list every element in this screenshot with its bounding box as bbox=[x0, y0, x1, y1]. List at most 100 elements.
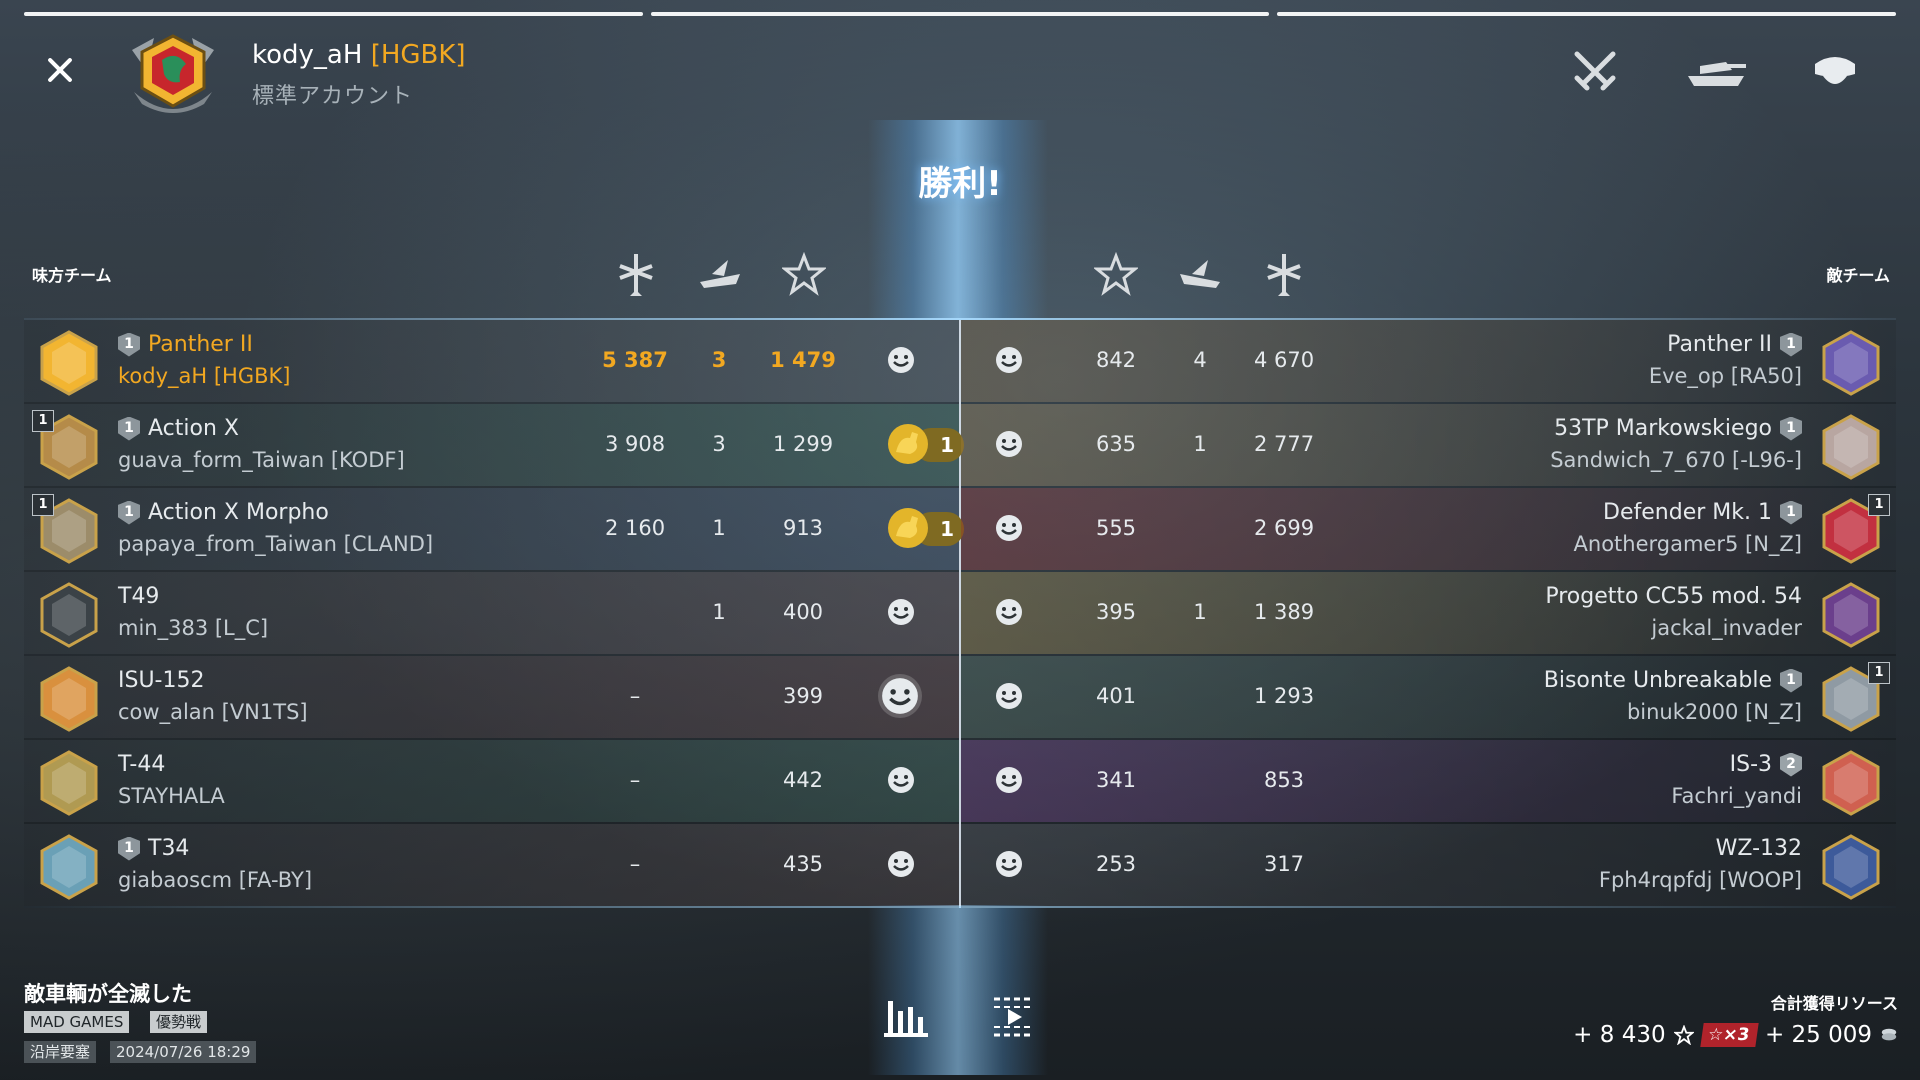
tank-icon[interactable] bbox=[1686, 48, 1746, 92]
crossed-swords-icon[interactable] bbox=[1565, 48, 1625, 92]
mastery-badge-icon: 1 bbox=[1780, 668, 1802, 693]
player-avatar-icon[interactable] bbox=[38, 330, 100, 396]
reaction-icon[interactable] bbox=[885, 764, 917, 796]
xp-gain: + 8 430 bbox=[1573, 1022, 1666, 1048]
reward-badge[interactable]: 1 bbox=[880, 506, 970, 550]
player-avatar-icon[interactable] bbox=[1820, 582, 1882, 648]
player-name: jackal_invader bbox=[1651, 616, 1802, 640]
header-player-name: kody_aH [HGBK] bbox=[252, 40, 466, 70]
kills-value: 1 bbox=[1193, 600, 1207, 624]
player-avatar-icon[interactable] bbox=[38, 834, 100, 900]
tank-name: T49 bbox=[118, 584, 160, 609]
player-name: Sandwich_7_670 [-L96-] bbox=[1550, 448, 1802, 472]
xp-value: 842 bbox=[1095, 348, 1137, 372]
damage-value: 2 160 bbox=[604, 516, 666, 540]
tank-name: Action X Morpho bbox=[148, 500, 329, 525]
player-avatar-icon[interactable] bbox=[1820, 750, 1882, 816]
tank-name: 53TP Markowskiego bbox=[1554, 416, 1772, 441]
player-avatar-icon[interactable] bbox=[1820, 414, 1882, 480]
reaction-icon[interactable] bbox=[993, 764, 1025, 796]
type-tag: 優勢戦 bbox=[150, 1011, 208, 1033]
xp-value: 913 bbox=[782, 516, 824, 540]
header-clan: [HGBK] bbox=[370, 40, 466, 70]
kills-icon[interactable] bbox=[698, 252, 742, 296]
player-name: cow_alan [VN1TS] bbox=[118, 700, 308, 724]
progress-segment bbox=[650, 12, 1270, 16]
ally-row[interactable]: T-44 STAYHALA – 442 bbox=[24, 740, 959, 824]
enemy-damage-icon[interactable] bbox=[1262, 252, 1306, 296]
victory-title: 勝利! bbox=[918, 164, 1002, 204]
player-avatar-icon[interactable] bbox=[1820, 330, 1882, 396]
statistics-icon[interactable] bbox=[884, 995, 928, 1039]
victory-beam-bottom bbox=[868, 905, 1048, 1075]
enemy-kills-icon[interactable] bbox=[1178, 252, 1222, 296]
kills-value: 3 bbox=[711, 348, 727, 372]
team-helmet-icon[interactable] bbox=[1805, 48, 1865, 92]
player-name: Fachri_yandi bbox=[1671, 784, 1802, 808]
kills-value: 1 bbox=[712, 600, 726, 624]
reward-badge[interactable]: 1 bbox=[880, 422, 970, 466]
reaction-icon[interactable] bbox=[885, 344, 917, 376]
tank-line: T49 bbox=[118, 584, 159, 609]
xp-star-small-icon bbox=[1673, 1025, 1694, 1045]
reaction-icon[interactable] bbox=[993, 680, 1025, 712]
enemy-row[interactable]: 2 IS-3 Fachri_yandi 341 853 bbox=[961, 740, 1896, 824]
enemy-row[interactable]: 1 Panther II Eve_op [RA50] 842 4 4 670 bbox=[961, 320, 1896, 404]
ally-row[interactable]: 1 1 Action X Morpho papaya_from_Taiwan [CLA… bbox=[24, 488, 964, 572]
reaction-icon[interactable] bbox=[878, 674, 922, 718]
xp-star-icon[interactable] bbox=[782, 252, 826, 296]
tank-line: 1 Defender Mk. 1 bbox=[1603, 500, 1802, 525]
player-avatar-icon[interactable] bbox=[1820, 834, 1882, 900]
rank-badge: 1 bbox=[32, 410, 54, 432]
damage-value: 3 908 bbox=[604, 432, 666, 456]
tank-name: Panther II bbox=[148, 332, 253, 357]
tank-line: 1 Panther II bbox=[1667, 332, 1802, 357]
ally-row[interactable]: 1 1 Action X guava_form_Taiwan [KODF] 3 908 3… bbox=[24, 404, 964, 488]
enemy-row[interactable]: Progetto CC55 mod. 54 jackal_invader 395 1 1… bbox=[961, 572, 1896, 656]
mode-tag: MAD GAMES bbox=[24, 1011, 130, 1033]
player-avatar-icon[interactable] bbox=[38, 666, 100, 732]
reaction-icon[interactable] bbox=[885, 848, 917, 880]
tank-line: 1 53TP Markowskiego bbox=[1554, 416, 1802, 441]
reaction-icon[interactable] bbox=[993, 512, 1025, 544]
enemy-xp-star-icon[interactable] bbox=[1094, 252, 1138, 296]
enemy-row[interactable]: 1 1 Bisonte Unbreakable binuk2000 [N_Z] 401 1… bbox=[961, 656, 1896, 740]
mastery-badge-icon: 1 bbox=[1780, 416, 1802, 441]
damage-icon[interactable] bbox=[614, 252, 658, 296]
tank-line: 1 Action X bbox=[118, 416, 239, 441]
kills-value: 3 bbox=[712, 432, 726, 456]
tank-name: Action X bbox=[148, 416, 239, 441]
xp-multiplier: ×3 bbox=[1721, 1025, 1751, 1045]
reaction-icon[interactable] bbox=[993, 848, 1025, 880]
enemy-row[interactable]: 1 53TP Markowskiego Sandwich_7_670 [-L96-]… bbox=[961, 404, 1896, 488]
reaction-icon[interactable] bbox=[885, 596, 917, 628]
player-name: binuk2000 [N_Z] bbox=[1626, 700, 1802, 724]
reaction-icon[interactable] bbox=[993, 428, 1025, 460]
player-avatar-icon[interactable] bbox=[38, 582, 100, 648]
close-icon[interactable] bbox=[42, 52, 78, 88]
ally-row[interactable]: 1 T34 giabaoscm [FA-BY] – 435 bbox=[24, 824, 959, 908]
enemy-row[interactable]: WZ-132 Fph4rqpfdj [WOOP] 253 317 bbox=[961, 824, 1896, 908]
tank-line: 1 Panther II bbox=[118, 332, 253, 357]
ally-row[interactable]: T49 min_383 [L_C] 1 400 bbox=[24, 572, 959, 656]
player-emblem-icon[interactable] bbox=[124, 30, 222, 116]
damage-value: 317 bbox=[1263, 852, 1305, 876]
damage-value: – bbox=[629, 852, 641, 876]
damage-value: – bbox=[629, 768, 641, 792]
mastery-badge-icon: 2 bbox=[1780, 752, 1802, 777]
player-name: giabaoscm [FA-BY] bbox=[118, 868, 313, 892]
ally-row[interactable]: 1 Panther II kody_aH [HGBK] 5 387 3 1 479 bbox=[24, 320, 959, 404]
credits-icon bbox=[1881, 1028, 1897, 1041]
battle-end-reason: 敵車輌が全滅した bbox=[24, 982, 192, 1006]
ally-row[interactable]: ISU-152 cow_alan [VN1TS] – 399 bbox=[24, 656, 959, 740]
credits-gain: + 25 009 bbox=[1764, 1022, 1872, 1048]
enemy-row[interactable]: 1 1 Defender Mk. 1 Anothergamer5 [N_Z] 555 2 … bbox=[961, 488, 1896, 572]
reaction-icon[interactable] bbox=[993, 596, 1025, 628]
replay-icon[interactable] bbox=[992, 995, 1036, 1039]
progress-segment bbox=[24, 12, 643, 16]
tank-name: T34 bbox=[148, 836, 190, 861]
damage-value: 4 670 bbox=[1253, 348, 1315, 372]
tank-name: ISU-152 bbox=[118, 668, 205, 693]
reaction-icon[interactable] bbox=[993, 344, 1025, 376]
player-avatar-icon[interactable] bbox=[38, 750, 100, 816]
